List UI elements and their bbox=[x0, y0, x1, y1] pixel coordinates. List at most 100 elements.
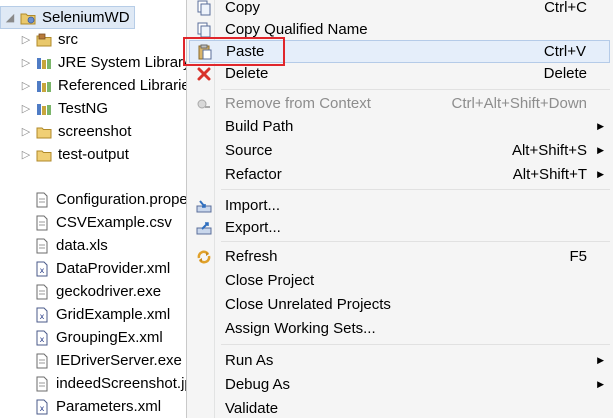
menu-item-shortcut: Ctrl+Alt+Shift+Down bbox=[451, 95, 587, 112]
menu-item-refactor[interactable]: Refactor Alt+Shift+T ▶ bbox=[189, 163, 610, 186]
collapse-arrow-icon[interactable]: ▷ bbox=[20, 80, 32, 92]
menu-item-label: Debug As bbox=[225, 376, 291, 393]
export-icon bbox=[194, 218, 214, 238]
menu-item-label: Copy Qualified Name bbox=[225, 21, 368, 38]
menu-item-label: Validate bbox=[225, 400, 279, 417]
tree-item-file[interactable]: x Parameters.xml bbox=[34, 395, 161, 418]
tree-item-label: indeedScreenshot.jp bbox=[56, 375, 193, 392]
menu-item-label: Export... bbox=[225, 219, 281, 236]
xml-file-icon: x bbox=[34, 261, 50, 277]
menu-item-label: Run As bbox=[225, 352, 274, 369]
menu-separator bbox=[221, 241, 610, 242]
remove-context-icon bbox=[194, 94, 214, 114]
tree-item-label: screenshot bbox=[58, 123, 132, 140]
menu-item-label: Import... bbox=[225, 197, 281, 214]
tree-item-file[interactable]: x GridExample.xml bbox=[34, 303, 170, 326]
menu-item-close-project[interactable]: Close Project bbox=[189, 269, 610, 292]
menu-item-label: Close Unrelated Projects bbox=[225, 296, 391, 313]
submenu-arrow-icon: ▶ bbox=[597, 121, 604, 131]
tree-item-label: Parameters.xml bbox=[56, 398, 162, 415]
project-icon bbox=[20, 10, 36, 26]
menu-item-delete[interactable]: Delete Delete bbox=[189, 62, 610, 85]
tree-item-file[interactable]: data.xls bbox=[34, 234, 108, 257]
project-explorer: ◢ SeleniumWD ▷ src ▷ JRE System Library … bbox=[0, 0, 199, 418]
file-icon bbox=[34, 376, 50, 392]
tree-item-testng[interactable]: ▷ TestNG bbox=[20, 97, 108, 120]
tree-item-label: GridExample.xml bbox=[56, 306, 171, 323]
copy-icon bbox=[194, 20, 214, 40]
menu-item-paste[interactable]: Paste Ctrl+V bbox=[189, 40, 610, 63]
tree-item-jre-library[interactable]: ▷ JRE System Library [ bbox=[20, 51, 199, 74]
library-icon bbox=[36, 78, 52, 94]
menu-item-remove-from-context: Remove from Context Ctrl+Alt+Shift+Down bbox=[189, 92, 610, 115]
file-icon bbox=[34, 284, 50, 300]
tree-item-file[interactable]: CSVExample.csv bbox=[34, 211, 172, 234]
xml-file-icon: x bbox=[34, 307, 50, 323]
menu-item-shortcut: Delete bbox=[543, 65, 587, 82]
tree-item-file[interactable]: Configuration.prope bbox=[34, 188, 188, 211]
tree-item-file[interactable]: IEDriverServer.exe bbox=[34, 349, 182, 372]
menu-item-label: Refresh bbox=[225, 248, 278, 265]
tree-item-file[interactable]: x GroupingEx.xml bbox=[34, 326, 163, 349]
tree-item-label: GroupingEx.xml bbox=[56, 329, 163, 346]
folder-icon bbox=[36, 124, 52, 140]
menu-item-debug-as[interactable]: Debug As ▶ bbox=[189, 373, 610, 396]
xml-file-icon: x bbox=[34, 399, 50, 415]
submenu-arrow-icon: ▶ bbox=[597, 145, 604, 155]
menu-separator bbox=[221, 344, 610, 345]
file-icon bbox=[34, 353, 50, 369]
delete-icon bbox=[194, 64, 214, 84]
menu-item-label: Close Project bbox=[225, 272, 315, 289]
menu-item-build-path[interactable]: Build Path ▶ bbox=[189, 115, 610, 138]
collapse-arrow-icon[interactable]: ▷ bbox=[20, 103, 32, 115]
menu-item-run-as[interactable]: Run As ▶ bbox=[189, 349, 610, 372]
svg-text:x: x bbox=[40, 266, 45, 275]
tree-item-test-output[interactable]: ▷ test-output bbox=[20, 143, 129, 166]
menu-item-validate[interactable]: Validate bbox=[189, 397, 610, 420]
menu-item-copy[interactable]: Copy Ctrl+C bbox=[189, 0, 610, 19]
folder-icon bbox=[36, 147, 52, 163]
collapse-arrow-icon[interactable]: ▷ bbox=[20, 34, 32, 46]
menu-item-shortcut: Alt+Shift+S bbox=[511, 142, 587, 159]
refresh-icon bbox=[194, 247, 214, 267]
menu-item-copy-qualified-name[interactable]: Copy Qualified Name bbox=[189, 18, 610, 41]
collapse-arrow-icon[interactable]: ▷ bbox=[20, 57, 32, 69]
collapse-arrow-icon[interactable]: ▷ bbox=[20, 126, 32, 138]
tree-item-src[interactable]: ▷ src bbox=[20, 28, 78, 51]
tree-item-file[interactable]: indeedScreenshot.jp bbox=[34, 372, 193, 395]
tree-item-file[interactable]: geckodriver.exe bbox=[34, 280, 161, 303]
copy-icon bbox=[194, 0, 214, 18]
tree-item-label: geckodriver.exe bbox=[56, 283, 162, 300]
menu-item-shortcut: Ctrl+V bbox=[543, 43, 586, 60]
tree-item-screenshot[interactable]: ▷ screenshot bbox=[20, 120, 132, 143]
menu-item-label: Build Path bbox=[225, 118, 294, 135]
paste-icon bbox=[195, 42, 215, 62]
menu-separator bbox=[221, 89, 610, 90]
expand-arrow-icon[interactable]: ◢ bbox=[4, 12, 16, 24]
menu-item-close-unrelated-projects[interactable]: Close Unrelated Projects bbox=[189, 293, 610, 316]
svg-text:x: x bbox=[40, 335, 45, 344]
submenu-arrow-icon: ▶ bbox=[597, 355, 604, 365]
xml-file-icon: x bbox=[34, 330, 50, 346]
tree-item-label: src bbox=[58, 31, 78, 48]
context-menu: Copy Ctrl+C Copy Qualified Name Paste Ct… bbox=[186, 0, 613, 418]
tree-item-file[interactable]: x DataProvider.xml bbox=[34, 257, 170, 280]
menu-item-assign-working-sets[interactable]: Assign Working Sets... bbox=[189, 317, 610, 340]
menu-item-shortcut: Ctrl+C bbox=[544, 0, 587, 16]
package-folder-icon bbox=[36, 32, 52, 48]
svg-text:x: x bbox=[40, 404, 45, 413]
tree-item-referenced-libraries[interactable]: ▷ Referenced Librarie bbox=[20, 74, 190, 97]
menu-item-source[interactable]: Source Alt+Shift+S ▶ bbox=[189, 139, 610, 162]
import-icon bbox=[194, 196, 214, 216]
menu-item-export[interactable]: Export... bbox=[189, 216, 610, 239]
menu-item-import[interactable]: Import... bbox=[189, 194, 610, 217]
menu-separator bbox=[221, 189, 610, 190]
library-icon bbox=[36, 101, 52, 117]
menu-item-shortcut: Alt+Shift+T bbox=[512, 166, 587, 183]
collapse-arrow-icon[interactable]: ▷ bbox=[20, 149, 32, 161]
tree-item-project[interactable]: ◢ SeleniumWD bbox=[0, 6, 135, 29]
svg-text:x: x bbox=[40, 312, 45, 321]
tree-item-label: Configuration.prope bbox=[56, 191, 188, 208]
menu-item-refresh[interactable]: Refresh F5 bbox=[189, 245, 610, 268]
tree-item-label: TestNG bbox=[58, 100, 109, 117]
